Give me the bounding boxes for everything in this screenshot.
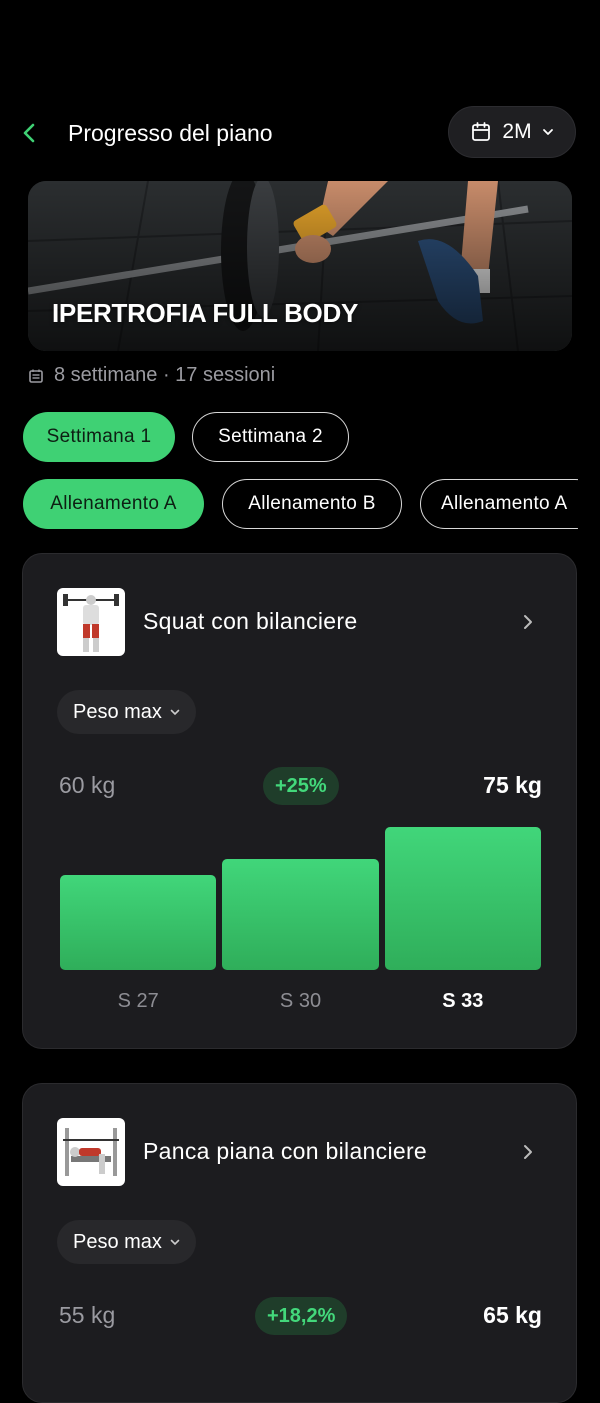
plan-title: IPERTROFIA FULL BODY: [52, 298, 359, 328]
calendar-small-icon: [29, 369, 43, 383]
page-title: Progresso del piano: [68, 120, 273, 146]
metric-label: Peso max: [73, 1230, 162, 1253]
metric-selector[interactable]: Peso max: [57, 1220, 196, 1264]
chart-x-label: S 33: [442, 990, 484, 1012]
exercise-thumbnail: [57, 588, 125, 656]
chart-bar: [60, 875, 217, 970]
chart-x-label: S 30: [279, 990, 322, 1012]
exercise-name[interactable]: Panca piana con bilanciere: [143, 1138, 427, 1165]
exercise-name[interactable]: Squat con bilanciere: [143, 608, 357, 635]
progress-bar-chart: [60, 820, 541, 970]
chevron-left-icon: [23, 123, 35, 143]
period-selector[interactable]: 2M: [448, 106, 576, 158]
tab-week-1[interactable]: Settimana 1: [23, 412, 175, 462]
back-button[interactable]: [14, 116, 44, 150]
plan-hero-image: IPERTROFIA FULL BODY: [28, 181, 572, 351]
chart-bar: [222, 859, 379, 970]
end-value: 75 kg: [483, 772, 542, 798]
workout-tabs: Allenamento A Allenamento B Allenamento …: [0, 479, 578, 531]
tab-workout-a[interactable]: Allenamento A: [23, 479, 204, 529]
period-label: 2M: [502, 120, 532, 143]
delta-badge: +18,2%: [255, 1297, 348, 1335]
chart-bar: [384, 827, 541, 970]
chart-x-label: S 27: [117, 990, 159, 1012]
exercise-card: Squat con bilanciere Peso max 60 kg +25%…: [22, 553, 577, 1049]
plan-meta: 8 settimane · 17 sessioni: [28, 364, 275, 387]
exercise-thumbnail: [57, 1118, 125, 1186]
tab-week-2[interactable]: Settimana 2: [192, 412, 349, 462]
chevron-right-icon[interactable]: [518, 612, 538, 632]
chevron-down-icon: [170, 709, 180, 715]
chevron-down-icon: [542, 129, 553, 135]
start-value: 60 kg: [59, 772, 116, 798]
calendar-icon: [472, 122, 491, 141]
chevron-down-icon: [170, 1239, 180, 1245]
tab-workout-b[interactable]: Allenamento B: [222, 479, 402, 529]
start-value: 55 kg: [59, 1302, 116, 1328]
tab-workout-a-2[interactable]: Allenamento A: [420, 479, 578, 529]
metric-label: Peso max: [73, 700, 162, 723]
week-tabs: Settimana 1 Settimana 2: [23, 412, 349, 462]
chevron-right-icon[interactable]: [518, 1142, 538, 1162]
end-value: 65 kg: [483, 1302, 542, 1328]
delta-badge: +25%: [263, 767, 339, 805]
metric-selector[interactable]: Peso max: [57, 690, 196, 734]
exercise-card: Panca piana con bilanciere Peso max 55 k…: [22, 1083, 577, 1403]
plan-meta-text: 8 settimane · 17 sessioni: [54, 364, 276, 386]
